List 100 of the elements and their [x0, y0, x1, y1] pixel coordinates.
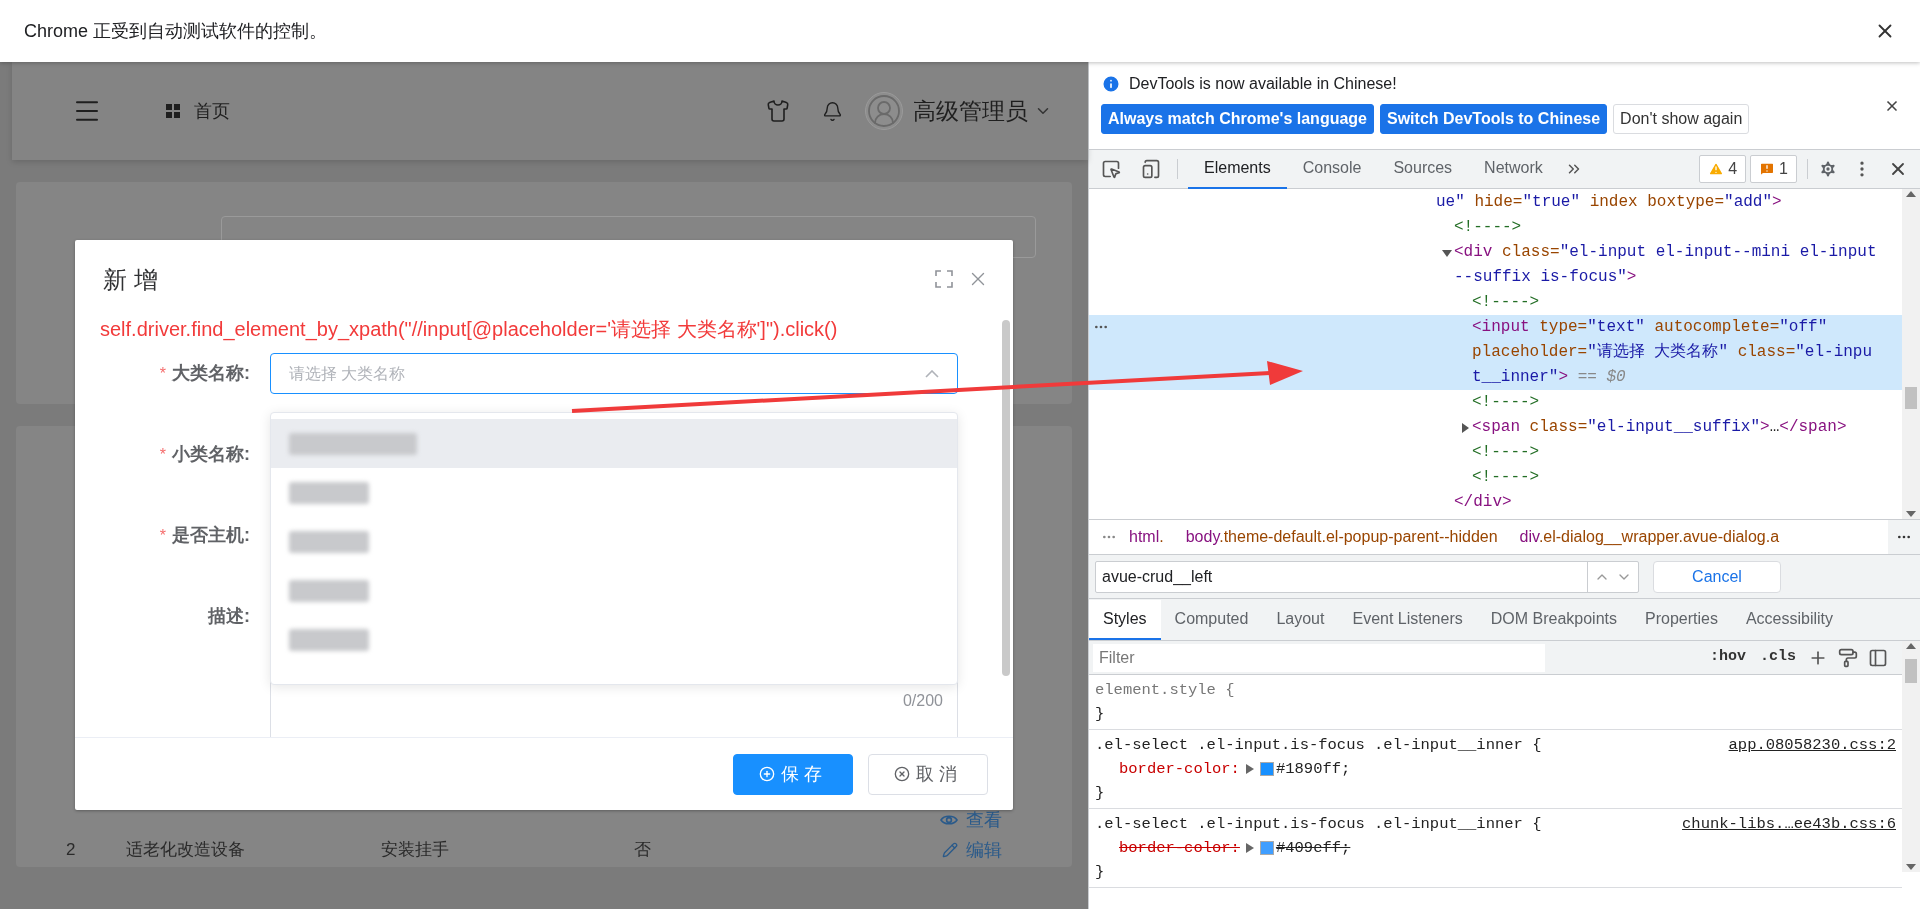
html-node[interactable]: <span class="el-input__suffix">…</span>	[1472, 415, 1847, 440]
scroll-up-icon[interactable]	[1906, 643, 1916, 649]
infobar-button[interactable]: Don't show again	[1613, 104, 1750, 134]
dialog-title: 新 增	[103, 265, 159, 295]
breadcrumb-item[interactable]: html.	[1129, 525, 1164, 549]
toggle-button[interactable]: :hov	[1707, 646, 1748, 669]
tree-row[interactable]: <!---->	[1089, 465, 1902, 490]
infobar-button[interactable]: Always match Chrome's language	[1101, 104, 1374, 134]
tree-row[interactable]: <div class="el-input el-input--mini el-input --suffix is-focus">	[1089, 240, 1902, 290]
form-label: 描述:	[208, 605, 250, 628]
table-cell-text: 安装挂手	[381, 839, 450, 862]
close-icon[interactable]	[1884, 98, 1900, 114]
html-node[interactable]: <!---->	[1472, 440, 1540, 465]
required-mark: *	[159, 525, 166, 546]
sidebar-tab[interactable]: Layout	[1262, 600, 1339, 640]
triangle-right-icon[interactable]	[1460, 422, 1470, 433]
expand-triangle-icon[interactable]	[1245, 764, 1254, 774]
form-label: 大类名称:	[172, 362, 250, 385]
scroll-thumb[interactable]	[1905, 659, 1917, 683]
info-icon	[1101, 74, 1121, 94]
stylesheet-link[interactable]: app.08058230.css:2	[1728, 733, 1896, 757]
required-mark: *	[159, 444, 166, 465]
css-selector: .el-select .el-input.is-focus .el-input__inner {	[1095, 814, 1542, 835]
close-circle-icon	[893, 766, 910, 782]
counter-button[interactable]: 1	[1750, 155, 1797, 183]
panel-tab[interactable]: Console	[1286, 149, 1378, 189]
sidebar-tab[interactable]: Properties	[1631, 600, 1732, 640]
scroll-down-icon[interactable]	[1906, 864, 1916, 870]
device-icon[interactable]	[1141, 159, 1161, 179]
scrollbar[interactable]	[1902, 189, 1920, 519]
sidebar-tab[interactable]: Computed	[1160, 600, 1263, 640]
tree-row[interactable]: <!---->	[1089, 290, 1902, 315]
filter-field[interactable]: Filter	[1093, 643, 1545, 672]
stylesheet-link[interactable]: chunk-libs.…ee43b.css:6	[1682, 812, 1896, 836]
sidebar-toggle-icon[interactable]	[1868, 647, 1888, 668]
user-name[interactable]: 高级管理员	[913, 93, 1028, 129]
form-label: 小类名称:	[172, 443, 250, 466]
color-swatch[interactable]	[1259, 762, 1274, 776]
tree-row[interactable]: <!---->	[1089, 215, 1902, 240]
form-label: 是否主机:	[172, 524, 250, 547]
breadcrumb-item[interactable]: body.theme-default.el-popup-parent--hidden	[1185, 525, 1498, 549]
scrollbar[interactable]	[1902, 641, 1920, 872]
closing-brace: }	[1095, 784, 1105, 802]
html-node[interactable]: ue" hide="true" index boxtype="add">	[1436, 190, 1782, 215]
html-node[interactable]: <!---->	[1472, 465, 1540, 490]
infobar-button[interactable]: Switch DevTools to Chinese	[1380, 104, 1608, 134]
html-node[interactable]: <!---->	[1472, 290, 1540, 315]
panel-tab[interactable]: Sources	[1377, 149, 1469, 189]
table-cell-text: 否	[634, 839, 652, 862]
scroll-down-icon[interactable]	[1906, 511, 1916, 517]
bell-icon[interactable]	[822, 100, 843, 122]
css-value[interactable]: #409eff;	[1275, 836, 1351, 860]
expand-triangle-icon[interactable]	[1245, 843, 1254, 853]
character-counter: 0/200	[902, 691, 943, 711]
issue-icon	[1759, 161, 1776, 177]
sidebar-tab[interactable]: Accessibility	[1731, 600, 1848, 640]
css-selector: .el-select .el-input.is-focus .el-input__inner {	[1095, 735, 1542, 756]
panel-tab[interactable]: Network	[1468, 149, 1559, 189]
css-property[interactable]: border-color:	[1119, 757, 1240, 781]
paint-roller-icon[interactable]	[1838, 647, 1858, 668]
html-node[interactable]: <input type="text" autocomplete="off" placeholder="请选择 大类名称" class="el-inpu t__inner"> == $0	[1472, 315, 1873, 390]
pencil-icon	[942, 842, 958, 858]
tree-row[interactable]: <input type="text" autocomplete="off" placeholder="请选择 大类名称" class="el-inpu t__inner"> == $0	[1089, 315, 1902, 390]
grid-icon	[166, 104, 180, 118]
tree-row[interactable]: <!---->	[1089, 390, 1902, 415]
table-cell-text: 适老化改造设备	[126, 839, 246, 862]
html-node[interactable]: <div class="el-input el-input--mini el-input --suffix is-focus">	[1454, 240, 1877, 290]
html-node[interactable]: </div>	[1454, 490, 1512, 515]
color-swatch[interactable]	[1259, 841, 1274, 855]
tree-row[interactable]: <!---->	[1089, 440, 1902, 465]
eye-icon	[940, 814, 958, 826]
css-property[interactable]: border-color:	[1119, 836, 1240, 860]
html-node[interactable]: <!---->	[1472, 390, 1540, 415]
cancel-search-button[interactable]: Cancel	[1653, 560, 1781, 593]
warning-icon	[1708, 161, 1725, 177]
settings-icon[interactable]	[1818, 159, 1838, 179]
closing-brace: }	[1095, 705, 1105, 723]
tree-row[interactable]: ue" hide="true" index boxtype="add">	[1089, 190, 1902, 215]
automation-message: Chrome 正受到自动测试软件的控制。	[24, 19, 329, 43]
css-value[interactable]: #1890ff;	[1275, 757, 1351, 781]
inspect-icon[interactable]	[1101, 159, 1121, 179]
cancel-button[interactable]: 取消	[868, 753, 988, 795]
html-node[interactable]: <!---->	[1454, 215, 1522, 240]
triangle-down-icon[interactable]	[1442, 247, 1452, 258]
scroll-up-icon[interactable]	[1906, 191, 1916, 197]
tree-row[interactable]: <span class="el-input__suffix">…</span>	[1089, 415, 1902, 440]
chevron-up-icon	[925, 369, 939, 378]
scroll-thumb[interactable]	[1905, 387, 1917, 409]
sidebar-tab[interactable]: DOM Breakpoints	[1476, 600, 1631, 640]
breadcrumb-item[interactable]: div.el-dialog__wrapper.avue-dialog.a	[1519, 525, 1780, 549]
required-mark: *	[159, 363, 166, 384]
breadcrumb-link[interactable]: 首页	[194, 97, 230, 125]
counter-button[interactable]: 4	[1699, 155, 1747, 183]
sidebar-tab[interactable]: Event Listeners	[1338, 600, 1477, 640]
shirt-icon[interactable]	[766, 99, 790, 123]
sidebar-tab[interactable]: Styles	[1089, 600, 1161, 640]
panel-tab[interactable]: Elements	[1188, 149, 1287, 189]
table-cell-text: 2	[66, 839, 77, 862]
toggle-button[interactable]: .cls	[1758, 646, 1798, 669]
search-field[interactable]: avue-crud__left	[1095, 560, 1639, 593]
